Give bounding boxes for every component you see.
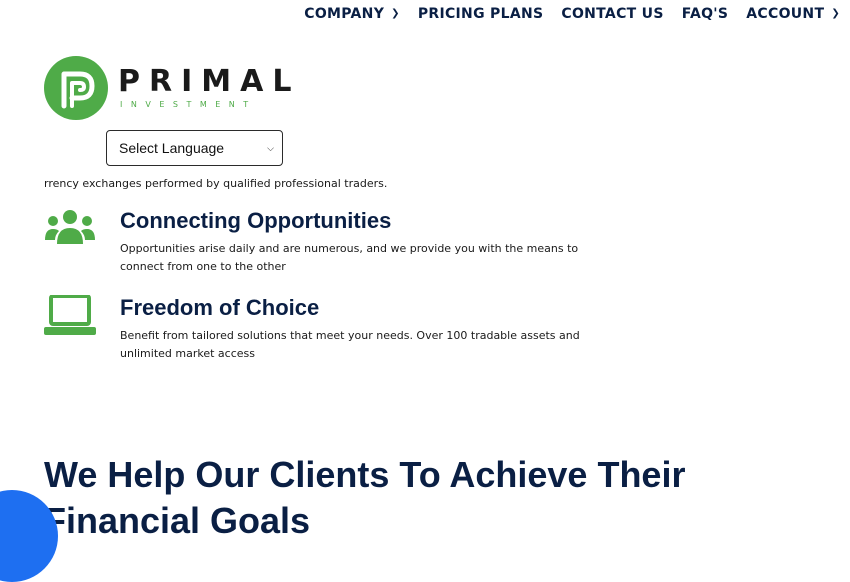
nav-pricing-plans-label: PRICING PLANS (417, 6, 544, 22)
nav-account-label: ACCOUNT (746, 6, 825, 22)
nav-company[interactable]: COMPANY ❯ (304, 6, 400, 22)
language-select[interactable]: Select Language ⌵ (106, 130, 283, 166)
nav-contact-us[interactable]: CONTACT US (561, 6, 663, 22)
nav-company-label: COMPANY (304, 6, 385, 22)
chevron-down-icon: ❯ (391, 7, 400, 19)
feature-title: Freedom of Choice (120, 295, 320, 320)
chevron-down-icon: ⌵ (267, 142, 274, 153)
logo-mark (44, 56, 108, 120)
nav-faqs[interactable]: FAQ'S (682, 6, 729, 22)
nav-contact-us-label: CONTACT US (561, 6, 664, 22)
feature-title: Connecting Opportunities (120, 208, 392, 233)
language-select-value: Select Language (119, 140, 225, 156)
feature-description: Benefit from tailored solutions that mee… (120, 329, 580, 360)
logo-subword: INVESTMENT (120, 100, 257, 109)
chevron-down-icon: ❯ (831, 7, 840, 19)
top-nav: COMPANY ❯ PRICING PLANS CONTACT US FAQ'S… (286, 6, 840, 22)
section-heading: We Help Our Clients To Achieve Their Fin… (44, 454, 686, 541)
nav-pricing-plans[interactable]: PRICING PLANS (418, 6, 544, 22)
intro-text: rrency exchanges performed by qualified … (44, 177, 388, 190)
primal-logo[interactable]: PRIMAL INVESTMENT (44, 56, 291, 122)
nav-account[interactable]: ACCOUNT ❯ (746, 6, 840, 22)
nav-faqs-label: FAQ'S (681, 6, 729, 22)
feature-description: Opportunities arise daily and are numero… (120, 242, 579, 273)
logo-wordmark: PRIMAL (118, 64, 301, 99)
logo-p-icon (61, 71, 95, 109)
users-group-icon (45, 210, 95, 244)
laptop-icon (44, 295, 96, 335)
